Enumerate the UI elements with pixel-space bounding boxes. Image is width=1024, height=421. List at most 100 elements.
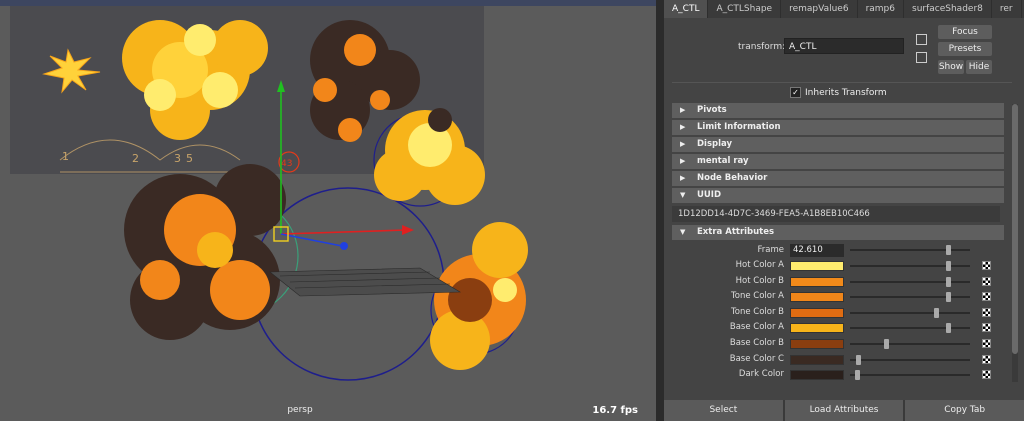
hot-color-a-slider-handle[interactable]: [946, 261, 951, 271]
hot-color-a-map-button-icon[interactable]: [982, 261, 991, 270]
frame-slider-handle[interactable]: [946, 245, 951, 255]
tone-color-a-map-button-icon[interactable]: [982, 292, 991, 301]
hot-color-b-slider[interactable]: [850, 277, 970, 287]
base-color-b-slider-handle[interactable]: [884, 339, 889, 349]
viewport-panel[interactable]: 1 2 3 5 43 persp 16.7 fps: [0, 0, 656, 421]
collapsed-arrow-icon: ▶: [680, 157, 686, 165]
dark-color-swatch[interactable]: [790, 370, 844, 380]
base-color-a-slider[interactable]: [850, 323, 970, 333]
camera-label: persp: [287, 405, 313, 415]
base-color-b-slider[interactable]: [850, 339, 970, 349]
dark-color-label: Dark Color: [738, 369, 784, 379]
section-mental-ray[interactable]: ▶ mental ray: [672, 154, 1004, 169]
move-z-axis[interactable]: [280, 233, 343, 247]
inherits-transform-label: Inherits Transform: [805, 87, 887, 98]
scrollbar-thumb[interactable]: [1012, 104, 1018, 354]
base-color-a-slider-handle[interactable]: [946, 323, 951, 333]
explosion-right-lower: [430, 222, 528, 370]
section-display[interactable]: ▶ Display: [672, 137, 1004, 152]
tab-a-ctlshape[interactable]: A_CTLShape: [708, 0, 782, 18]
transform-name-field[interactable]: A_CTL: [784, 38, 904, 54]
frame-label: Frame: [757, 245, 784, 255]
base-color-c-swatch[interactable]: [790, 355, 844, 365]
section-uuid[interactable]: ▼ UUID: [672, 188, 1004, 203]
frame-field[interactable]: 42.610: [790, 244, 844, 257]
move-y-arrow-icon[interactable]: [277, 80, 285, 92]
tone-color-a-slider-handle[interactable]: [946, 292, 951, 302]
sketch-mark-43: 43: [281, 159, 292, 169]
tone-color-b-slider[interactable]: [850, 308, 970, 318]
header-separator: [672, 82, 1012, 83]
base-color-b-swatch[interactable]: [790, 339, 844, 349]
sketch-arc-lines: [59, 139, 250, 173]
section-extra-attributes[interactable]: ▼ Extra Attributes: [672, 225, 1004, 240]
move-x-arrow-icon[interactable]: [402, 225, 414, 235]
tone-color-b-map-button-icon[interactable]: [982, 308, 991, 317]
hot-color-b-label: Hot Color B: [735, 276, 784, 286]
hot-color-b-slider-handle[interactable]: [946, 277, 951, 287]
panel-divider[interactable]: [656, 0, 664, 421]
tone-color-a-label: Tone Color A: [731, 291, 784, 301]
sketch-mark-2: 2: [132, 152, 139, 165]
tone-color-b-swatch[interactable]: [790, 308, 844, 318]
base-color-b-map-button-icon[interactable]: [982, 339, 991, 348]
inherits-transform-row[interactable]: ✓ Inherits Transform: [790, 87, 887, 98]
tone-color-a-slider[interactable]: [850, 292, 970, 302]
base-color-c-label: Base Color C: [729, 354, 784, 364]
collapsed-arrow-icon: ▶: [680, 174, 686, 182]
presets-button[interactable]: Presets: [938, 42, 992, 56]
select-button[interactable]: Select: [664, 400, 783, 421]
tone-color-b-label: Tone Color B: [731, 307, 784, 317]
dark-color-slider-handle[interactable]: [855, 370, 860, 380]
base-color-c-slider[interactable]: [850, 355, 970, 365]
base-color-a-label: Base Color A: [729, 322, 784, 332]
tab-rer[interactable]: rer: [992, 0, 1022, 18]
tone-color-b-slider-handle[interactable]: [934, 308, 939, 318]
scene-graphics[interactable]: 1 2 3 5 43: [0, 0, 656, 421]
base-color-c-map-button-icon[interactable]: [982, 355, 991, 364]
hot-color-a-swatch[interactable]: [790, 261, 844, 271]
tone-color-a-swatch[interactable]: [790, 292, 844, 302]
tab-surfaceshader8[interactable]: surfaceShader8: [904, 0, 992, 18]
section-limit-information[interactable]: ▶ Limit Information: [672, 120, 1004, 135]
explosion-right-upper: [374, 108, 485, 205]
focus-input-icon[interactable]: [916, 34, 927, 45]
hot-color-a-slider[interactable]: [850, 261, 970, 271]
hot-color-b-swatch[interactable]: [790, 277, 844, 287]
copy-tab-button[interactable]: Copy Tab: [905, 400, 1024, 421]
dark-color-slider[interactable]: [850, 370, 970, 380]
uuid-field[interactable]: 1D12DD14-4D7C-3469-FEA5-A1B8EB10C466: [672, 206, 1000, 222]
collapsed-arrow-icon: ▶: [680, 140, 686, 148]
explosion-left: [124, 164, 286, 340]
section-node-behavior[interactable]: ▶ Node Behavior: [672, 171, 1004, 186]
hot-color-b-map-button-icon[interactable]: [982, 277, 991, 286]
base-color-a-swatch[interactable]: [790, 323, 844, 333]
section-pivots[interactable]: ▶ Pivots: [672, 103, 1004, 118]
tab-remapvalue6[interactable]: remapValue6: [781, 0, 858, 18]
hide-button[interactable]: Hide: [966, 60, 992, 74]
focus-button[interactable]: Focus: [938, 25, 992, 39]
focus-output-icon[interactable]: [916, 52, 927, 63]
frame-slider[interactable]: [850, 245, 970, 255]
tab-a-ctl[interactable]: A_CTL: [664, 0, 709, 18]
move-z-handle-icon[interactable]: [340, 242, 348, 250]
sketch-mark-3: 3: [174, 152, 181, 165]
expanded-arrow-icon: ▼: [680, 191, 686, 199]
collapsed-arrow-icon: ▶: [680, 123, 686, 131]
base-color-c-slider-handle[interactable]: [856, 355, 861, 365]
sketch-mark-5: 5: [186, 152, 193, 165]
load-attributes-button[interactable]: Load Attributes: [784, 400, 904, 421]
spark-burst: [42, 48, 101, 94]
explosion-top-yellow: [122, 20, 268, 140]
hot-color-a-label: Hot Color A: [735, 260, 784, 270]
attribute-editor: A_CTL A_CTLShape remapValue6 ramp6 surfa…: [664, 0, 1024, 421]
show-button[interactable]: Show: [938, 60, 964, 74]
attribute-scrollbar[interactable]: [1012, 104, 1018, 382]
ground-grid: [269, 267, 462, 297]
base-color-a-map-button-icon[interactable]: [982, 323, 991, 332]
inherits-transform-checkbox[interactable]: ✓: [790, 87, 801, 98]
dark-color-map-button-icon[interactable]: [982, 370, 991, 379]
tab-ramp6[interactable]: ramp6: [858, 0, 904, 18]
base-color-b-label: Base Color B: [729, 338, 784, 348]
move-x-axis[interactable]: [280, 229, 407, 235]
